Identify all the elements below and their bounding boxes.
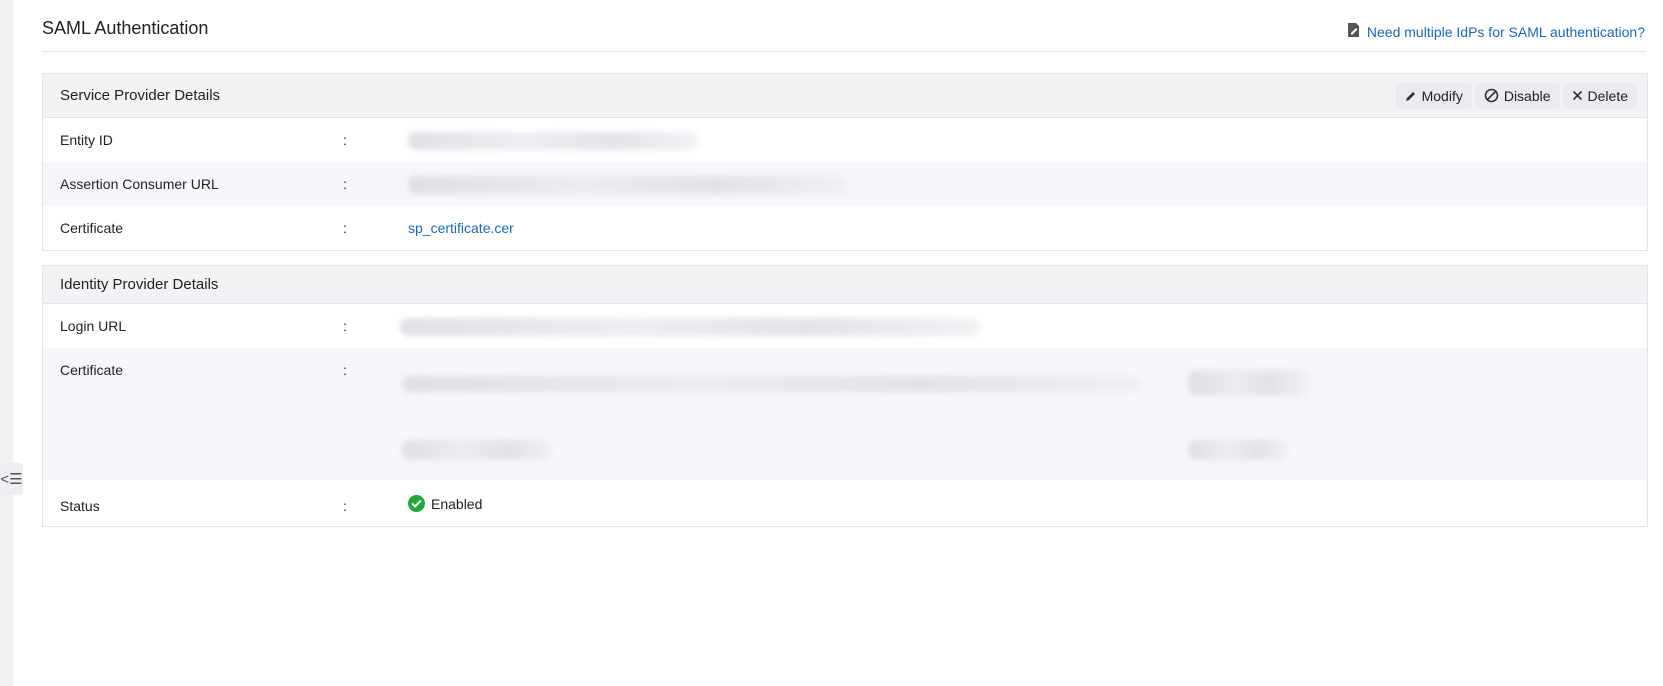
pencil-icon [1405,90,1417,102]
row-colon: : [343,498,347,514]
assertion-consumer-url-row: Assertion Consumer URL : [43,162,1647,206]
assertion-consumer-url-value-redacted [408,176,1647,197]
help-link-text: Need multiple IdPs for SAML authenticati… [1366,23,1645,40]
row-colon: : [343,220,347,236]
login-url-row: Login URL : [43,304,1647,348]
identity-provider-panel: Identity Provider Details Login URL : Ce… [42,265,1648,527]
multiple-idp-help-link[interactable]: Need multiple IdPs for SAML authenticati… [1346,22,1645,41]
status-label: Status [60,498,100,514]
entity-id-row: Entity ID : [43,118,1647,162]
disable-button[interactable]: Disable [1474,82,1560,109]
status-value: Enabled [408,495,1647,512]
status-row: Status : Enabled [43,480,1647,526]
entity-id-value-redacted [408,132,1647,153]
service-provider-heading: Service Provider Details [60,87,221,104]
sp-certificate-row: Certificate : sp_certificate.cer [43,206,1647,250]
document-edit-icon [1346,22,1361,41]
service-provider-panel: Service Provider Details Modify Disable … [42,73,1648,251]
title-divider [42,51,1646,52]
left-sidebar-strip [0,0,13,686]
identity-provider-heading: Identity Provider Details [60,276,219,293]
idp-certificate-value-redacted [402,362,1647,480]
row-colon: : [343,132,347,148]
row-colon: : [343,318,347,334]
modify-label: Modify [1421,87,1463,104]
sp-certificate-download-link[interactable]: sp_certificate.cer [408,220,514,236]
assertion-consumer-url-label: Assertion Consumer URL [60,176,219,192]
login-url-label: Login URL [60,318,127,334]
close-icon [1572,90,1583,101]
identity-provider-header: Identity Provider Details [43,266,1647,304]
modify-button[interactable]: Modify [1395,82,1472,109]
sp-certificate-label: Certificate [60,220,124,236]
collapse-menu-icon[interactable]: <☰ [0,463,23,495]
service-provider-header: Service Provider Details Modify Disable … [43,74,1647,118]
check-circle-icon [408,495,425,512]
row-colon: : [343,362,347,378]
idp-certificate-label: Certificate [60,362,124,378]
delete-label: Delete [1587,87,1628,104]
page-title: SAML Authentication [42,18,209,38]
login-url-value-redacted [400,318,1647,339]
delete-button[interactable]: Delete [1562,82,1637,109]
row-colon: : [343,176,347,192]
service-provider-actions: Modify Disable Delete [1395,82,1637,109]
idp-certificate-row: Certificate : [43,348,1647,480]
status-text: Enabled [431,495,483,512]
disable-label: Disable [1503,87,1551,104]
ban-icon [1484,88,1499,103]
entity-id-label: Entity ID [60,132,113,148]
